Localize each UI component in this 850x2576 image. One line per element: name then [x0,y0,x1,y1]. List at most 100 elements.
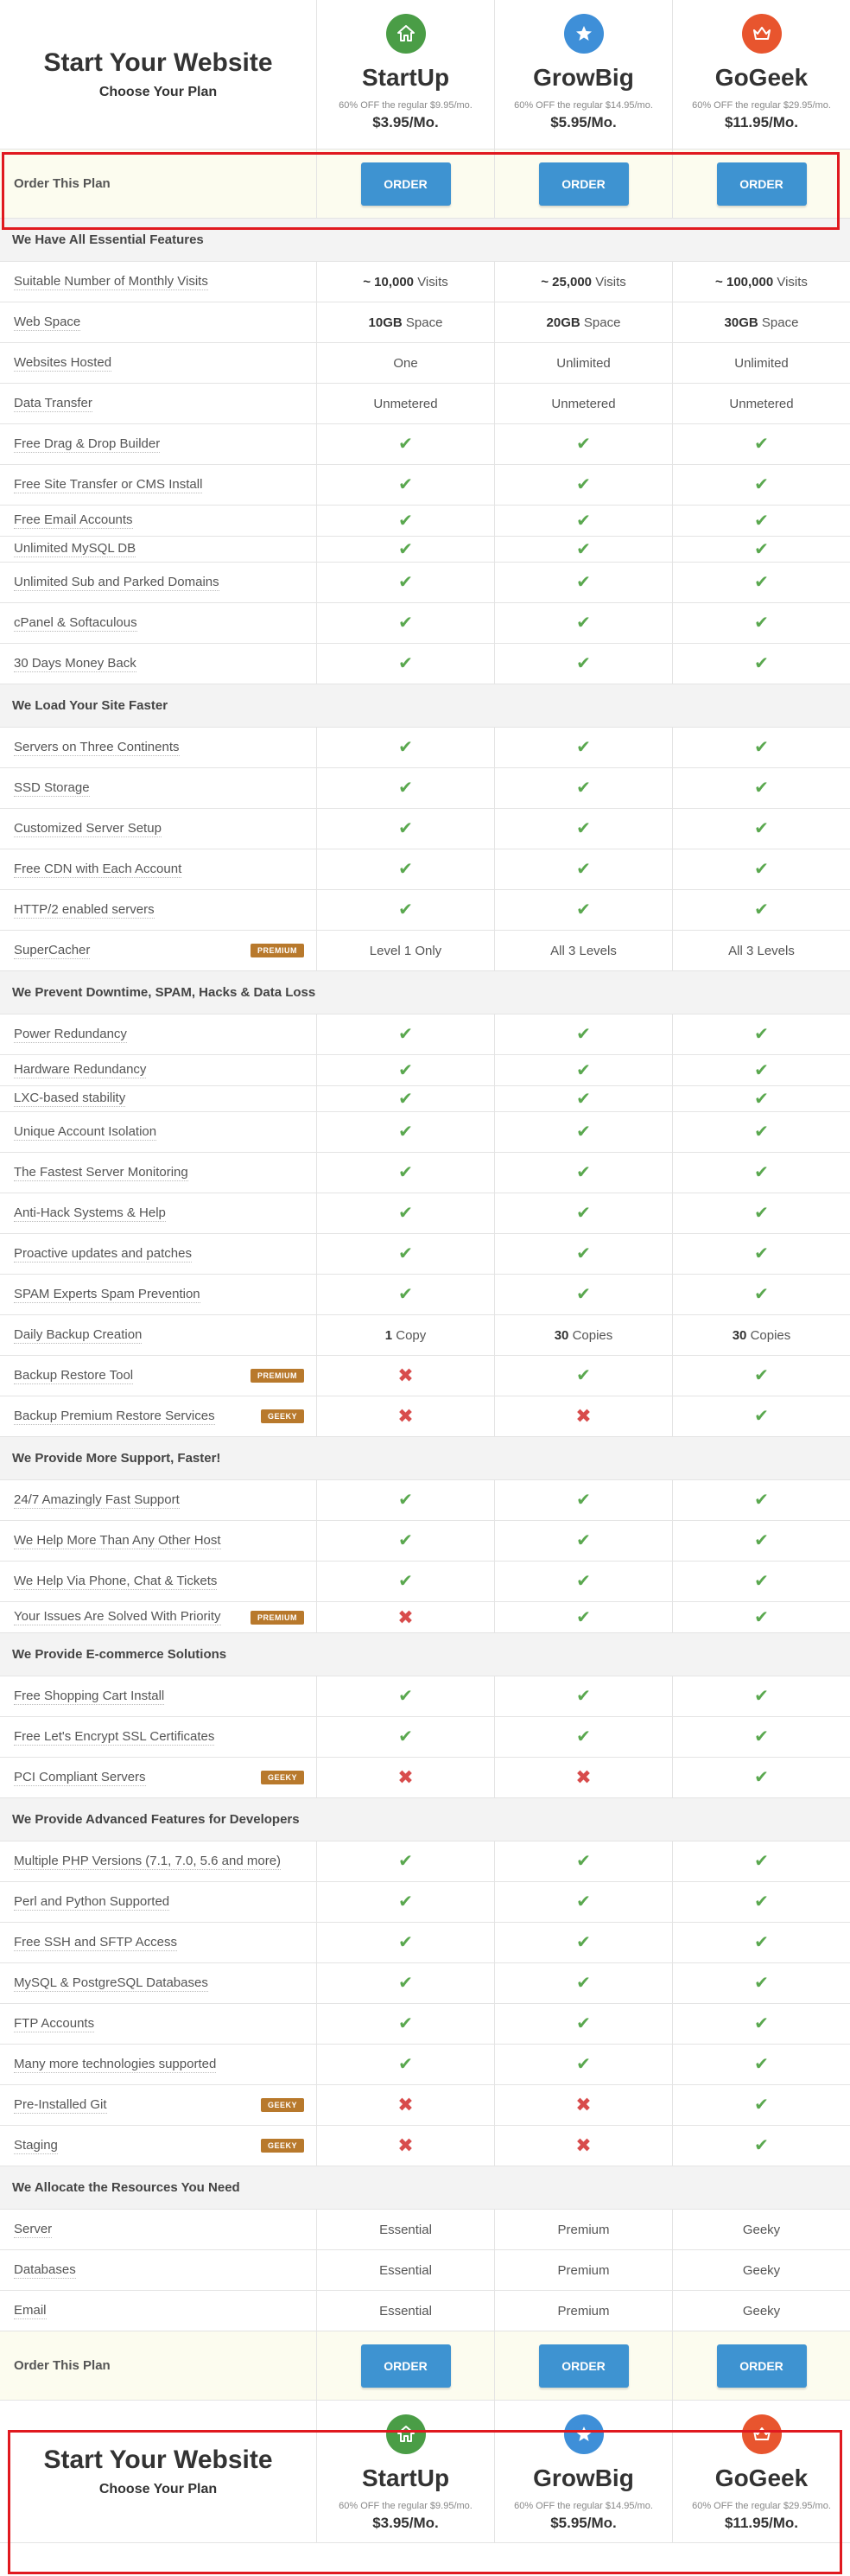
order-button-growbig[interactable]: ORDER [538,2344,629,2388]
plan-price: $3.95/Mo. [372,2515,439,2531]
feature-label[interactable]: Backup Premium Restore Services [14,1409,215,1425]
check-icon: ✔ [495,1521,673,1561]
check-icon: ✔ [754,1531,769,1550]
feature-row: FTP Accounts ✔ ✔ ✔ [0,2004,850,2045]
feature-label[interactable]: Free SSH and SFTP Access [14,1935,177,1951]
check-icon: ✔ [754,779,769,798]
feature-label[interactable]: Free Shopping Cart Install [14,1689,165,1705]
feature-label[interactable]: Websites Hosted [14,355,112,372]
order-cell-startup: ORDER [317,149,495,218]
feature-label[interactable]: Power Redundancy [14,1027,127,1043]
feature-label[interactable]: cPanel & Softaculous [14,615,137,632]
feature-value-unit: Space [580,315,621,330]
check-icon: ✔ [754,1572,769,1591]
feature-label[interactable]: Web Space [14,315,81,331]
check-icon: ✔ [576,1607,591,1627]
feature-label[interactable]: SSD Storage [14,780,90,797]
feature-label[interactable]: Data Transfer [14,396,92,412]
cross-icon: ✖ [397,1766,414,1788]
feature-row: Your Issues Are Solved With Priority PREM… [0,1602,850,1633]
check-icon: ✔ [673,2126,850,2166]
feature-label[interactable]: LXC-based stability [14,1091,126,1107]
feature-label[interactable]: SuperCacher [14,943,91,959]
page-subtitle: Choose Your Plan [98,2482,218,2496]
check-icon: ✔ [673,2085,850,2125]
check-icon: ✔ [673,1234,850,1274]
feature-label[interactable]: Multiple PHP Versions (7.1, 7.0, 5.6 and… [14,1854,282,1870]
check-icon: ✔ [398,1025,413,1044]
order-button-gogeek[interactable]: ORDER [716,162,807,206]
crown-icon [741,14,782,54]
feature-name-cell: 24/7 Amazingly Fast Support [0,1480,317,1520]
feature-label[interactable]: The Fastest Server Monitoring [14,1165,188,1181]
feature-row: Databases Essential Premium Geeky [0,2250,850,2291]
cross-icon: ✖ [317,1396,495,1436]
feature-label[interactable]: 30 Days Money Back [14,656,136,672]
plan-price: $11.95/Mo. [724,2515,799,2531]
feature-label[interactable]: 24/7 Amazingly Fast Support [14,1492,180,1509]
feature-row: Unlimited Sub and Parked Domains ✔ ✔ ✔ [0,563,850,603]
feature-label[interactable]: Free CDN with Each Account [14,862,182,878]
feature-label[interactable]: Server [14,2222,53,2238]
check-icon: ✔ [495,1963,673,2003]
feature-label[interactable]: Unlimited Sub and Parked Domains [14,575,219,591]
check-icon: ✔ [317,563,495,602]
feature-label[interactable]: FTP Accounts [14,2016,95,2032]
feature-label[interactable]: Email [14,2303,47,2319]
plan-growbig: GrowBig 60% OFF the regular $14.95/mo. $5.… [495,2401,673,2542]
feature-label[interactable]: Daily Backup Creation [14,1327,143,1344]
feature-row: Perl and Python Supported ✔ ✔ ✔ [0,1882,850,1923]
star-icon [563,14,604,54]
order-button-startup[interactable]: ORDER [360,2344,451,2388]
check-icon: ✔ [754,1163,769,1182]
feature-label[interactable]: Your Issues Are Solved With Priority [14,1609,221,1625]
check-icon: ✔ [398,1687,413,1706]
feature-label[interactable]: Anti-Hack Systems & Help [14,1205,166,1222]
check-icon: ✔ [754,1727,769,1746]
check-icon: ✔ [495,1923,673,1962]
feature-label[interactable]: Free Site Transfer or CMS Install [14,477,203,493]
feature-label[interactable]: HTTP/2 enabled servers [14,902,155,919]
feature-label[interactable]: Suitable Number of Monthly Visits [14,274,208,290]
check-icon: ✔ [576,435,591,454]
feature-label[interactable]: Perl and Python Supported [14,1894,170,1911]
tier-badge: PREMIUM [251,1610,304,1625]
order-button-growbig[interactable]: ORDER [538,162,629,206]
feature-label[interactable]: Databases [14,2262,76,2279]
feature-label[interactable]: Customized Server Setup [14,821,162,837]
check-icon: ✔ [754,573,769,592]
feature-label[interactable]: PCI Compliant Servers [14,1770,146,1786]
feature-label[interactable]: We Help Via Phone, Chat & Tickets [14,1574,218,1590]
plans-footer-header: Start Your Website Choose Your Plan Star… [0,2401,850,2543]
check-icon: ✔ [317,1562,495,1601]
feature-label[interactable]: Proactive updates and patches [14,1246,192,1263]
feature-label[interactable]: Unlimited MySQL DB [14,541,136,557]
feature-value-text: Geeky [742,2303,781,2318]
feature-label[interactable]: Servers on Three Continents [14,740,180,756]
feature-value: 30 Copies [495,1315,673,1355]
feature-label[interactable]: Unique Account Isolation [14,1124,157,1141]
feature-value-text: Unlimited [734,355,789,371]
plan-startup: StartUp 60% OFF the regular $9.95/mo. $3.9… [317,2401,495,2542]
plan-gogeek: GoGeek 60% OFF the regular $29.95/mo. $11.… [673,0,850,149]
feature-label[interactable]: Many more technologies supported [14,2057,217,2073]
feature-row: Customized Server Setup ✔ ✔ ✔ [0,809,850,849]
feature-label[interactable]: Staging [14,2138,58,2154]
feature-label[interactable]: SPAM Experts Spam Prevention [14,1287,200,1303]
feature-label[interactable]: MySQL & PostgreSQL Databases [14,1975,208,1992]
feature-label[interactable]: Backup Restore Tool [14,1368,134,1384]
check-icon: ✔ [754,1687,769,1706]
feature-label[interactable]: Free Drag & Drop Builder [14,436,161,453]
feature-label[interactable]: Hardware Redundancy [14,1062,147,1078]
feature-label[interactable]: We Help More Than Any Other Host [14,1533,221,1549]
order-button-startup[interactable]: ORDER [360,162,451,206]
feature-label[interactable]: Free Let's Encrypt SSL Certificates [14,1729,215,1746]
order-cell-startup: ORDER [317,2331,495,2400]
feature-value: 20GB Space [547,315,621,330]
feature-label[interactable]: Pre-Installed Git [14,2097,107,2114]
feature-name-cell: Web Space [0,302,317,342]
feature-label[interactable]: Free Email Accounts [14,512,133,529]
order-button-gogeek[interactable]: ORDER [716,2344,807,2388]
cross-icon: ✖ [575,1405,592,1427]
feature-name-cell: LXC-based stability [0,1086,317,1111]
